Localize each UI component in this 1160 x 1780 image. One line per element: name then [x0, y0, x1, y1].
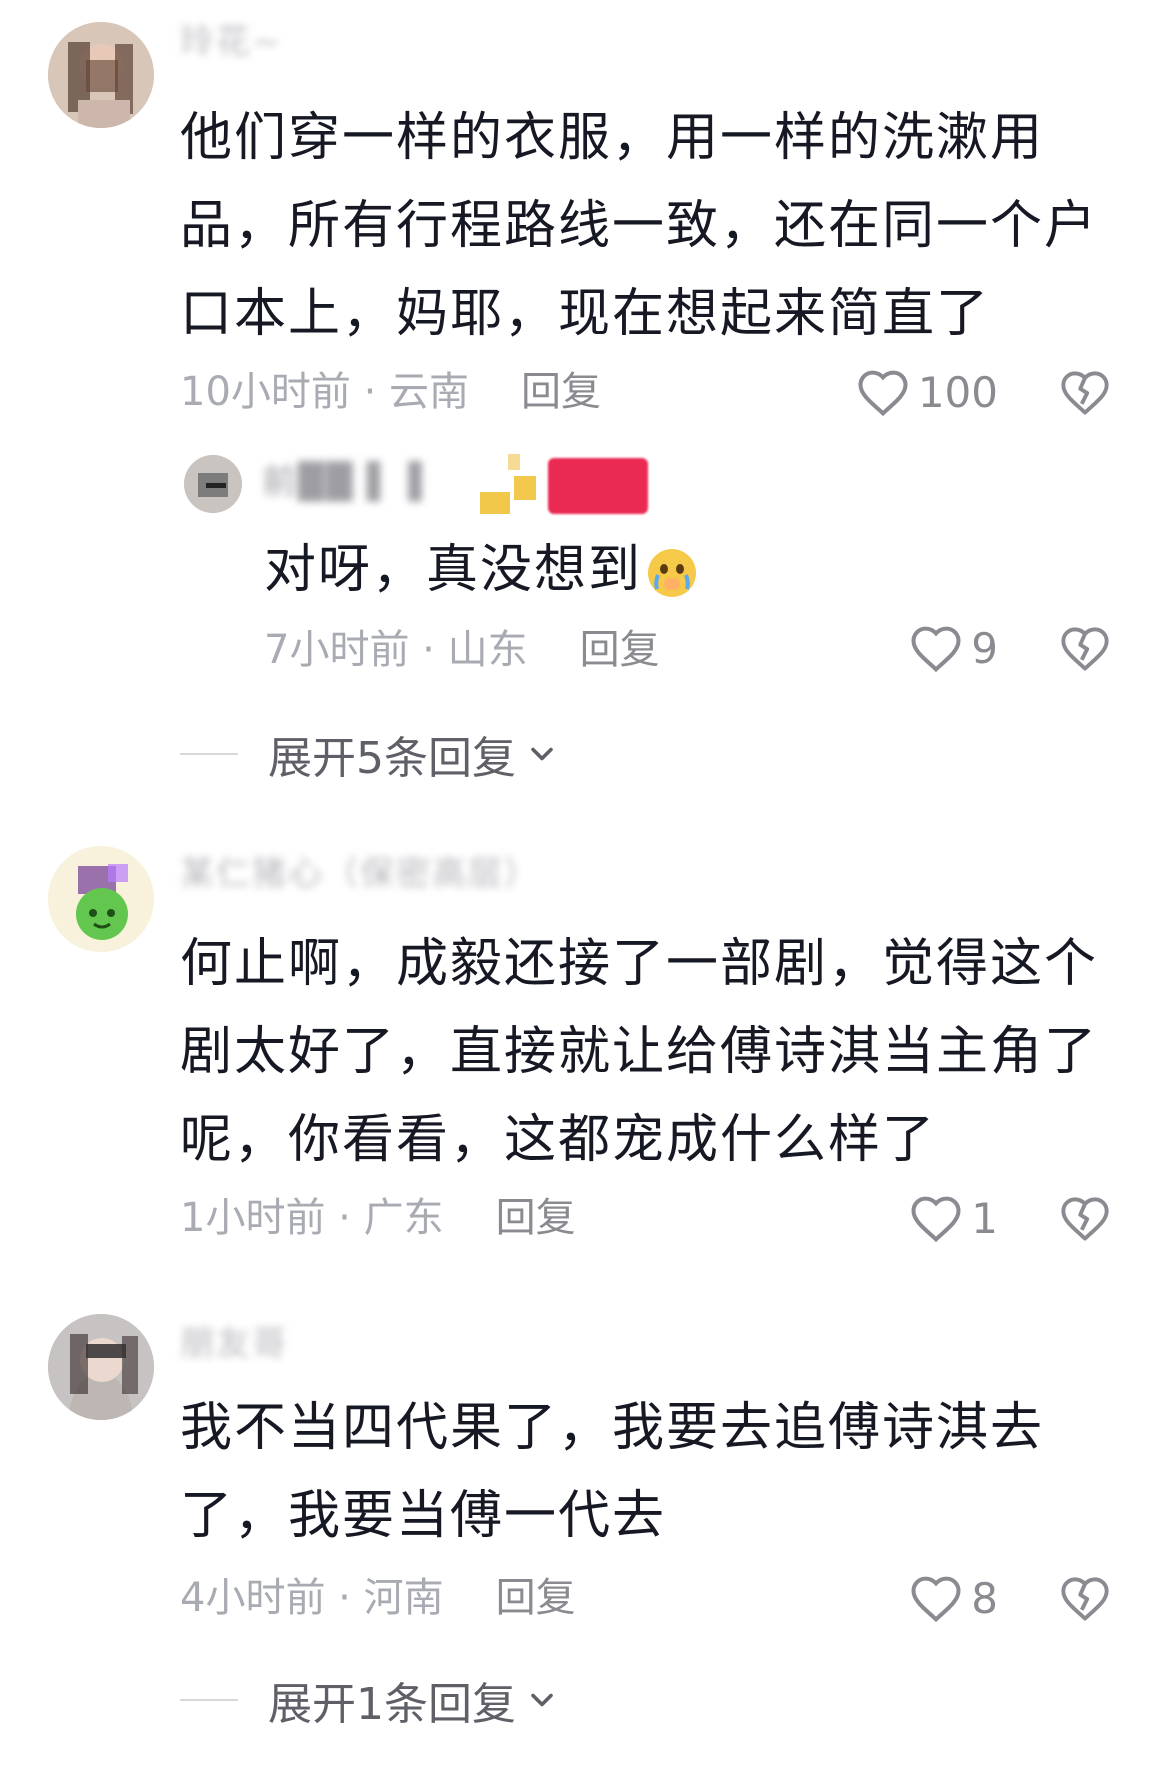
dislike-heart-icon [1061, 1197, 1109, 1241]
heart-icon [911, 1576, 961, 1623]
reply-meta: 7小时前 · 山东 回复 [264, 622, 660, 678]
heart-icon [911, 626, 961, 673]
dislike-heart-icon [1061, 1577, 1109, 1621]
reply-time-location: 7小时前 · 山东 [264, 627, 528, 673]
dislike-heart-icon [1061, 371, 1109, 415]
comment-username[interactable]: 朋友哥 [180, 1320, 320, 1368]
comment-username[interactable]: 玲花~ [180, 18, 380, 66]
blurred-badge-icon [480, 450, 538, 514]
expand-label: 展开1条回复 [268, 1679, 516, 1730]
expand-replies-button[interactable]: 展开5条回复 [180, 724, 560, 784]
user-badge [548, 458, 648, 514]
reply-text-content: 对呀，真没想到 [264, 540, 643, 600]
comment-text: 何止啊，成毅还接了一部剧，觉得这个剧太好了，直接就让给傅诗淇当主角了呢，你看看，… [180, 934, 1099, 1170]
heart-icon [911, 1196, 961, 1243]
chevron-down-icon [531, 747, 553, 761]
like-button[interactable]: 100 [856, 362, 998, 422]
divider-line [180, 753, 238, 755]
like-count: 9 [971, 623, 998, 673]
like-button[interactable]: 8 [909, 1568, 998, 1628]
dislike-button[interactable] [1058, 1188, 1112, 1248]
reply-button[interactable]: 回复 [496, 1190, 576, 1246]
comment-time-location: 10小时前 · 云南 [180, 369, 470, 415]
avatar[interactable] [48, 846, 154, 952]
dislike-button[interactable] [1058, 362, 1112, 422]
dislike-button[interactable] [1058, 1568, 1112, 1628]
reply-avatar[interactable] [184, 455, 242, 513]
reply-text: 对呀，真没想到 [264, 526, 1084, 614]
like-button[interactable]: 9 [909, 618, 998, 678]
like-button[interactable]: 1 [909, 1188, 998, 1248]
like-count: 8 [971, 1573, 998, 1623]
comment-username[interactable]: 某仁猪心（保密高层） [180, 850, 630, 898]
comment-text: 他们穿一样的衣服，用一样的洗漱用品，所有行程路线一致，还在同一个户口本上，妈耶，… [180, 108, 1099, 344]
comment-text: 我不当四代果了，我要去追傅诗淇去了，我要当傅一代去 [180, 1398, 1045, 1546]
expand-replies-button[interactable]: 展开1条回复 [180, 1670, 560, 1730]
comment-meta: 4小时前 · 河南 回复 [180, 1570, 576, 1626]
comment-meta: 10小时前 · 云南 回复 [180, 364, 601, 420]
like-count: 1 [971, 1193, 998, 1243]
heart-icon [858, 370, 908, 417]
comment-time-location: 4小时前 · 河南 [180, 1575, 444, 1621]
reply-button[interactable]: 回复 [521, 364, 601, 420]
expand-label: 展开5条回复 [268, 733, 516, 784]
dislike-button[interactable] [1058, 618, 1112, 678]
crying-emoji-icon [648, 549, 697, 597]
reply-button[interactable]: 回复 [580, 622, 660, 678]
comment-time-location: 1小时前 · 广东 [180, 1195, 444, 1241]
comment-meta: 1小时前 · 广东 回复 [180, 1190, 576, 1246]
reply-button[interactable]: 回复 [496, 1570, 576, 1626]
reply-username[interactable]: 前██ ▌▐ [262, 458, 472, 506]
chevron-down-icon [531, 1693, 553, 1707]
divider-line [180, 1699, 238, 1701]
like-count: 100 [917, 367, 998, 417]
dislike-heart-icon [1061, 627, 1109, 671]
avatar[interactable] [48, 1314, 154, 1420]
avatar[interactable] [48, 22, 154, 128]
